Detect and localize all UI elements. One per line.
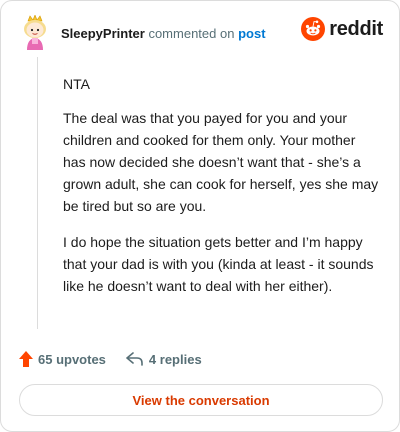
comment-card: SleepyPrinter commented on post reddit N… bbox=[0, 0, 400, 432]
username-link[interactable]: SleepyPrinter bbox=[61, 26, 145, 41]
comment-paragraph: I do hope the situation gets better and … bbox=[63, 234, 374, 294]
reddit-logo[interactable]: reddit bbox=[301, 17, 383, 41]
reddit-wordmark: reddit bbox=[329, 17, 383, 40]
post-link[interactable]: post bbox=[238, 26, 265, 41]
upvote-button[interactable]: 65 upvotes bbox=[19, 351, 106, 367]
replies-button[interactable]: 4 replies bbox=[126, 352, 202, 367]
reddit-snoo-icon bbox=[301, 17, 326, 41]
byline-action-text: commented on bbox=[148, 25, 235, 41]
comment-body: NTA The deal was that you payed for you … bbox=[63, 73, 381, 311]
thread-line[interactable] bbox=[37, 57, 38, 329]
comment-header: SleepyPrinter commented on post reddit bbox=[19, 15, 383, 51]
comment-paragraph: NTA bbox=[63, 76, 90, 92]
avatar[interactable] bbox=[19, 15, 51, 51]
comment-paragraph: The deal was that you payed for you and … bbox=[63, 110, 379, 214]
byline: SleepyPrinter commented on post bbox=[61, 26, 266, 41]
upvote-count: 65 upvotes bbox=[38, 351, 106, 367]
reply-arrow-icon bbox=[126, 352, 143, 366]
view-conversation-button[interactable]: View the conversation bbox=[19, 384, 383, 416]
reply-count: 4 replies bbox=[148, 351, 202, 367]
upvote-arrow-icon bbox=[19, 351, 33, 367]
comment-actions: 65 upvotes 4 replies bbox=[19, 349, 202, 369]
